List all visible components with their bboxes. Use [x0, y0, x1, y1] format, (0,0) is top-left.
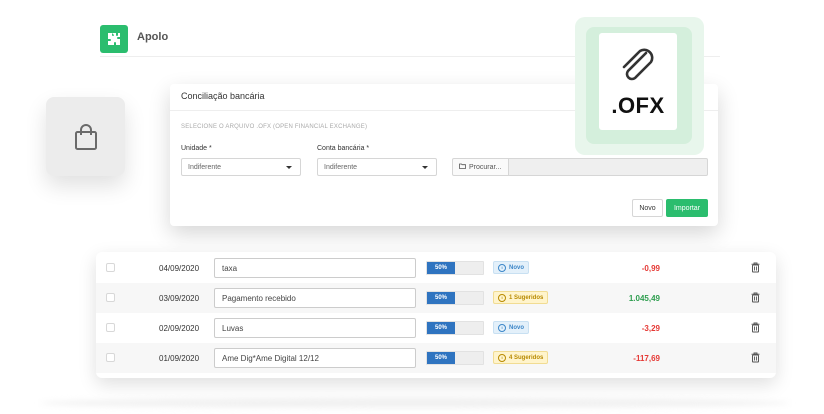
status-label: Novo	[509, 324, 524, 331]
row-amount: 1.045,49	[628, 294, 660, 303]
bag-tile	[46, 97, 125, 176]
row-progress-bar: 50%	[426, 321, 484, 335]
row-progress-fill: 50%	[427, 262, 455, 274]
browse-label: Procurar...	[469, 163, 502, 171]
file-name-field[interactable]	[509, 158, 708, 176]
table-row[interactable]: 04/09/2020 taxa 50% i Novo -0,99	[96, 253, 776, 283]
conta-value: Indiferente	[324, 164, 358, 171]
browse-button[interactable]: Procurar...	[452, 158, 509, 176]
status-label: Novo	[509, 264, 524, 271]
row-description-field[interactable]: Luvas	[214, 318, 416, 338]
row-date: 01/09/2020	[159, 354, 200, 363]
row-checkbox[interactable]	[106, 353, 115, 362]
row-amount: -117,69	[633, 354, 660, 363]
row-checkbox[interactable]	[106, 323, 115, 332]
ofx-label: .OFX	[611, 93, 665, 118]
status-badge: i Novo	[493, 261, 529, 274]
row-progress-fill: 50%	[427, 352, 455, 364]
trash-icon[interactable]	[751, 262, 760, 273]
shopping-bag-icon	[74, 123, 97, 150]
file-picker: Procurar...	[452, 158, 708, 176]
row-description-field[interactable]: taxa	[214, 258, 416, 278]
status-badge: i Novo	[493, 321, 529, 334]
info-icon: i	[498, 323, 506, 332]
status-badge[interactable]: i1 Sugeridos	[493, 291, 549, 304]
table-row[interactable]: 03/09/2020 Pagamento recebido 50% i 1 Sugeri…	[96, 283, 776, 313]
status-label: 4 Sugeridos	[509, 354, 544, 361]
row-progress-fill: 50%	[427, 322, 455, 334]
conta-label: Conta bancária *	[317, 145, 370, 152]
row-progress-bar: 50%	[426, 351, 484, 365]
row-progress-bar: 50%	[426, 291, 484, 305]
conta-select[interactable]: Indiferente	[317, 158, 437, 176]
row-amount: -0,99	[641, 264, 660, 273]
folder-icon	[459, 163, 466, 171]
row-description-field[interactable]: Ame Dig*Ame Digital 12/12	[214, 348, 416, 368]
row-description-field[interactable]: Pagamento recebido	[214, 288, 416, 308]
importar-button[interactable]: Importar	[666, 199, 708, 217]
paperclip-icon	[622, 48, 654, 81]
row-checkbox[interactable]	[106, 293, 115, 302]
app-name: Apolo	[137, 31, 169, 43]
unidade-select[interactable]: Indiferente	[181, 158, 301, 176]
info-icon: i	[498, 353, 506, 362]
row-date: 02/09/2020	[159, 324, 200, 333]
ofx-file-card: .OFX	[599, 33, 677, 130]
unidade-value: Indiferente	[188, 164, 222, 171]
modal-subtitle: SELECIONE O ARQUIVO .OFX (OPEN FINANCIAL…	[181, 124, 368, 130]
trash-icon[interactable]	[751, 322, 760, 333]
row-amount: -3,29	[641, 324, 660, 333]
unidade-label: Unidade *	[181, 145, 212, 152]
novo-button[interactable]: Novo	[632, 199, 663, 217]
row-checkbox[interactable]	[106, 263, 115, 272]
row-progress-bar: 50%	[426, 261, 484, 275]
trash-icon[interactable]	[751, 352, 760, 363]
trash-icon[interactable]	[751, 292, 760, 303]
chevron-down-icon	[422, 166, 428, 169]
info-icon: i	[498, 293, 506, 302]
row-date: 04/09/2020	[159, 264, 200, 273]
modal-title: Conciliação bancária	[181, 91, 265, 101]
table-row[interactable]: 01/09/2020 Ame Dig*Ame Digital 12/12 50% i 4…	[96, 343, 776, 373]
info-icon: i	[498, 263, 506, 272]
bottom-shadow	[40, 398, 790, 408]
chevron-down-icon	[286, 166, 292, 169]
table-row[interactable]: 02/09/2020 Luvas 50% i Novo -3,29	[96, 313, 776, 343]
transactions-table: 04/09/2020 taxa 50% i Novo -0,99 03/09/2020 Pag…	[96, 252, 776, 378]
row-progress-fill: 50%	[427, 292, 455, 304]
row-date: 03/09/2020	[159, 294, 200, 303]
status-badge[interactable]: i4 Sugeridos	[493, 351, 549, 364]
puzzle-icon[interactable]	[100, 25, 128, 53]
status-label: 1 Sugeridos	[509, 294, 544, 301]
